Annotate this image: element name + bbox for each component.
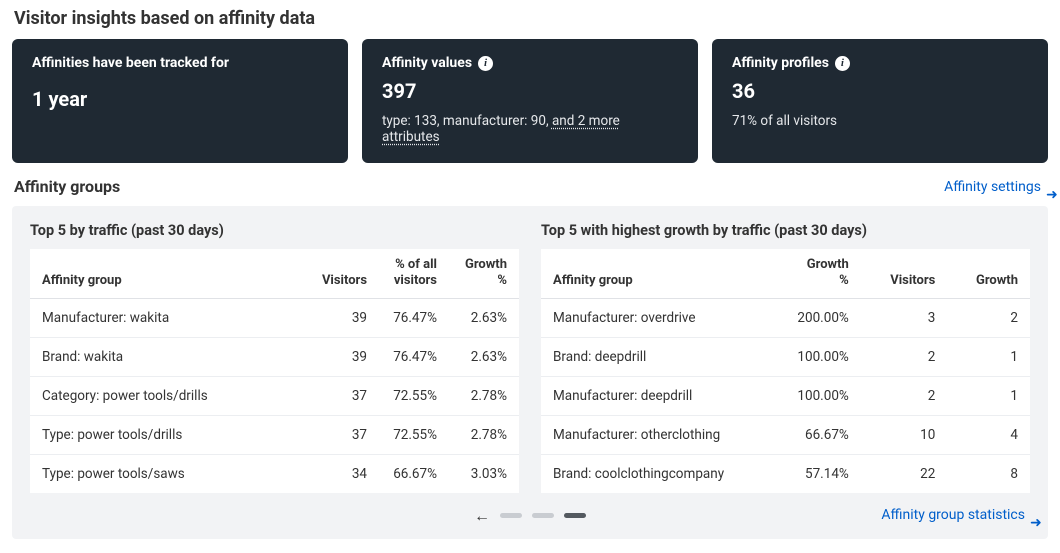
cell-visitors: 2 bbox=[861, 338, 948, 377]
cell-visitors: 10 bbox=[861, 416, 948, 455]
cell-growth: 2.63% bbox=[449, 338, 519, 377]
cell-growth: 2.63% bbox=[449, 299, 519, 338]
cell-growth: 3.03% bbox=[449, 455, 519, 493]
cell-group: Type: power tools/saws bbox=[30, 455, 286, 493]
table-row: Brand: deepdrill100.00%21 bbox=[541, 338, 1030, 377]
cell-growth-pct: 100.00% bbox=[785, 377, 860, 416]
info-icon[interactable]: i bbox=[835, 56, 850, 71]
table-row: Manufacturer: overdrive200.00%32 bbox=[541, 299, 1030, 338]
affinity-group-stats-label: Affinity group statistics bbox=[881, 507, 1025, 523]
summary-cards: Affinities have been tracked for 1 year … bbox=[12, 39, 1048, 163]
info-icon[interactable]: i bbox=[478, 56, 493, 71]
cell-growth: 2.78% bbox=[449, 377, 519, 416]
groups-title: Affinity groups bbox=[14, 177, 120, 196]
col-visitors: Visitors bbox=[861, 249, 948, 299]
cell-group: Brand: wakita bbox=[30, 338, 286, 377]
cell-pct: 72.55% bbox=[379, 377, 449, 416]
cell-visitors: 2 bbox=[861, 377, 948, 416]
tables-panel: Top 5 by traffic (past 30 days) Affinity… bbox=[12, 206, 1048, 539]
card-profiles-value: 36 bbox=[732, 79, 1028, 103]
table-row: Category: power tools/drills3772.55%2.78… bbox=[30, 377, 519, 416]
traffic-table-col: Top 5 by traffic (past 30 days) Affinity… bbox=[30, 222, 519, 493]
growth-table: Affinity group Growth % Visitors Growth … bbox=[541, 249, 1030, 493]
col-group: Affinity group bbox=[30, 249, 286, 299]
cell-growth: 1 bbox=[947, 377, 1030, 416]
affinity-settings-link[interactable]: Affinity settings bbox=[944, 179, 1046, 195]
cell-visitors: 3 bbox=[861, 299, 948, 338]
card-values: Affinity values i 397 type: 133, manufac… bbox=[362, 39, 698, 163]
cell-group: Manufacturer: overdrive bbox=[541, 299, 785, 338]
table-row: Manufacturer: otherclothing66.67%104 bbox=[541, 416, 1030, 455]
cell-growth-pct: 200.00% bbox=[785, 299, 860, 338]
cell-growth: 2 bbox=[947, 299, 1030, 338]
cell-group: Category: power tools/drills bbox=[30, 377, 286, 416]
cell-visitors: 39 bbox=[286, 299, 379, 338]
chevron-left-icon[interactable]: ← bbox=[474, 508, 490, 524]
cell-pct: 76.47% bbox=[379, 338, 449, 377]
growth-table-title: Top 5 with highest growth by traffic (pa… bbox=[541, 222, 1030, 239]
cell-visitors: 37 bbox=[286, 416, 379, 455]
card-values-sub: type: 133, manufacturer: 90, and 2 more … bbox=[382, 113, 678, 145]
card-values-value: 397 bbox=[382, 79, 678, 103]
traffic-table: Affinity group Visitors % of all visitor… bbox=[30, 249, 519, 493]
affinity-settings-label: Affinity settings bbox=[944, 179, 1041, 195]
affinity-group-stats-link[interactable]: Affinity group statistics bbox=[881, 507, 1030, 523]
col-growth: Growth % bbox=[449, 249, 519, 299]
cell-group: Manufacturer: otherclothing bbox=[541, 416, 785, 455]
card-values-label: Affinity values bbox=[382, 55, 472, 71]
pager: ← bbox=[474, 508, 586, 524]
cell-visitors: 37 bbox=[286, 377, 379, 416]
cell-visitors: 34 bbox=[286, 455, 379, 493]
cell-growth: 2.78% bbox=[449, 416, 519, 455]
cell-growth: 1 bbox=[947, 338, 1030, 377]
col-growth: Growth bbox=[947, 249, 1030, 299]
cell-pct: 72.55% bbox=[379, 416, 449, 455]
pager-dot[interactable] bbox=[532, 513, 554, 518]
cell-group: Manufacturer: wakita bbox=[30, 299, 286, 338]
table-row: Type: power tools/drills3772.55%2.78% bbox=[30, 416, 519, 455]
traffic-table-title: Top 5 by traffic (past 30 days) bbox=[30, 222, 519, 239]
card-profiles-label: Affinity profiles bbox=[732, 55, 829, 71]
card-values-sub-prefix: type: 133, manufacturer: 90, bbox=[382, 113, 552, 129]
col-group: Affinity group bbox=[541, 249, 785, 299]
card-tracked-label: Affinities have been tracked for bbox=[32, 55, 328, 71]
card-tracked-value: 1 year bbox=[32, 87, 328, 111]
pager-dot[interactable] bbox=[500, 513, 522, 518]
cell-visitors: 22 bbox=[861, 455, 948, 493]
table-row: Brand: coolclothingcompany57.14%228 bbox=[541, 455, 1030, 493]
table-row: Manufacturer: wakita3976.47%2.63% bbox=[30, 299, 519, 338]
cell-group: Type: power tools/drills bbox=[30, 416, 286, 455]
card-profiles: Affinity profiles i 36 71% of all visito… bbox=[712, 39, 1048, 163]
cell-group: Brand: coolclothingcompany bbox=[541, 455, 785, 493]
col-pct: % of all visitors bbox=[379, 249, 449, 299]
table-row: Manufacturer: deepdrill100.00%21 bbox=[541, 377, 1030, 416]
cell-group: Brand: deepdrill bbox=[541, 338, 785, 377]
page-title: Visitor insights based on affinity data bbox=[14, 8, 1048, 29]
cell-growth-pct: 57.14% bbox=[785, 455, 860, 493]
cell-growth-pct: 66.67% bbox=[785, 416, 860, 455]
col-visitors: Visitors bbox=[286, 249, 379, 299]
cell-group: Manufacturer: deepdrill bbox=[541, 377, 785, 416]
cell-growth-pct: 100.00% bbox=[785, 338, 860, 377]
cell-growth: 4 bbox=[947, 416, 1030, 455]
cell-visitors: 39 bbox=[286, 338, 379, 377]
col-growth-pct: Growth % bbox=[785, 249, 860, 299]
pager-dot[interactable] bbox=[564, 513, 586, 518]
cell-pct: 66.67% bbox=[379, 455, 449, 493]
card-profiles-sub: 71% of all visitors bbox=[732, 113, 1028, 129]
card-tracked: Affinities have been tracked for 1 year bbox=[12, 39, 348, 163]
growth-table-col: Top 5 with highest growth by traffic (pa… bbox=[541, 222, 1030, 493]
table-row: Type: power tools/saws3466.67%3.03% bbox=[30, 455, 519, 493]
cell-growth: 8 bbox=[947, 455, 1030, 493]
cell-pct: 76.47% bbox=[379, 299, 449, 338]
table-row: Brand: wakita3976.47%2.63% bbox=[30, 338, 519, 377]
